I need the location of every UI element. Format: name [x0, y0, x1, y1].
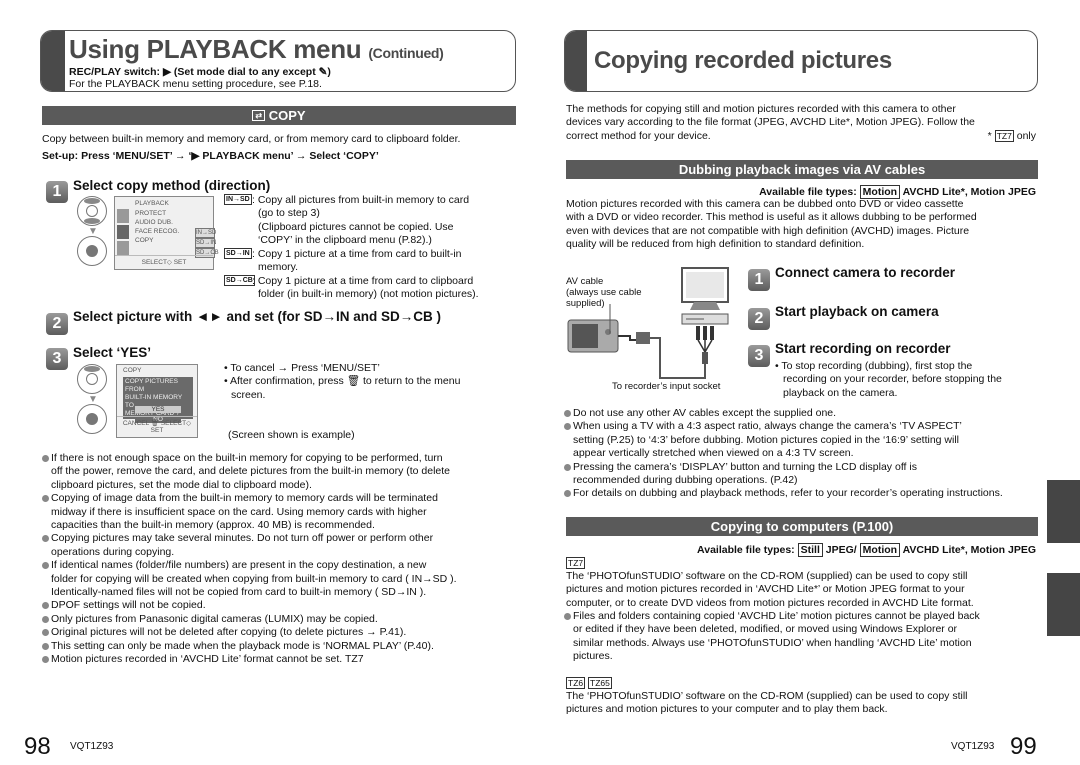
dub-step-2-title: Start playback on camera	[775, 304, 939, 319]
screen-row: FACE RECOG.	[135, 228, 180, 235]
note-item: When using a TV with a 4:3 aspect ratio,…	[564, 420, 1042, 460]
right-page: Copying recorded pictures The methods fo…	[564, 0, 1038, 765]
dub-step-1-badge: 1	[748, 269, 770, 291]
copy-icon: ⇄	[252, 110, 266, 121]
rec-play-switch-line: REC/PLAY switch: ▶ (Set mode dial to any…	[69, 66, 331, 78]
chapter-tab	[1047, 480, 1080, 543]
right-title-box: Copying recorded pictures	[564, 30, 1038, 92]
note-item: If there is not enough space on the buil…	[42, 452, 520, 492]
screen-tab	[117, 241, 129, 255]
connection-diagram	[567, 267, 729, 379]
left-notes-list: If there is not enough space on the buil…	[42, 452, 520, 667]
dpad-up-down-icon	[77, 196, 107, 226]
title-accent-bar	[565, 31, 587, 91]
note-item: For details on dubbing and playback meth…	[564, 487, 1042, 500]
dpad-set-icon	[77, 404, 107, 434]
left-page: Using PLAYBACK menu (Continued) REC/PLAY…	[24, 0, 516, 765]
tz7-badge: TZ7	[994, 130, 1014, 142]
tz6-badge: TZ6	[566, 677, 586, 689]
screen-header: PLAYBACK	[135, 200, 169, 207]
yes-option: YES	[135, 406, 181, 413]
note-item: If identical names (folder/file numbers)…	[42, 559, 520, 599]
note-item: Do not use any other AV cables except th…	[564, 407, 1042, 420]
dub-step-3-badge: 3	[748, 345, 770, 367]
recorder-icon	[681, 313, 729, 325]
page-title-text: Using PLAYBACK menu	[69, 34, 362, 64]
tz7-footnote: * TZ7 only	[987, 130, 1036, 142]
note-item: Copying pictures may take several minute…	[42, 532, 520, 559]
screen-option: SD→IN	[195, 238, 217, 248]
screen-row: AUDIO DUB.	[135, 219, 173, 226]
tz65-badge: TZ65	[588, 677, 612, 689]
note-item: Motion pictures recorded in ‘AVCHD Lite’…	[42, 653, 520, 666]
tz6-tz65-model-tags: TZ6 TZ65	[566, 677, 612, 690]
dub-step-3-title: Start recording on recorder	[775, 341, 951, 356]
note-item: Original pictures will not be deleted af…	[42, 626, 520, 639]
page-number: 99	[1010, 733, 1037, 760]
input-socket-label: To recorder’s input socket	[612, 381, 721, 392]
doc-code: VQT1Z93	[70, 741, 114, 752]
motion-badge: Motion	[859, 185, 901, 199]
screen-tab-playback	[117, 225, 129, 239]
camera-screen-copy-confirm: COPY COPY PICTURES FROM BUILT-IN MEMORY …	[116, 364, 198, 438]
screen-header: COPY	[123, 367, 142, 374]
step-3-notes: • To cancel → Press ‘MENU/SET’ • After c…	[224, 362, 461, 401]
step-2-title: Select picture with ◄► and set (for SD→I…	[73, 309, 442, 324]
note-item: Copying of image data from the built-in …	[42, 492, 520, 532]
screen-tab	[117, 209, 129, 223]
chapter-tab	[1047, 573, 1080, 636]
dpad-up-icon	[77, 364, 107, 394]
still-badge: Still	[797, 543, 823, 557]
title-accent-bar	[41, 31, 65, 91]
computers-file-types: Available file types: Still JPEG/ Motion…	[697, 543, 1036, 557]
step-2-badge: 2	[46, 313, 68, 335]
tz7-model-tag: TZ7	[566, 557, 586, 570]
step-3-badge: 3	[46, 348, 68, 370]
dub-step-2-badge: 2	[748, 308, 770, 330]
screen-row: PROTECT	[135, 210, 167, 217]
left-title-box: Using PLAYBACK menu (Continued) REC/PLAY…	[40, 30, 516, 92]
in-to-sd-icon: IN→SD	[224, 194, 252, 205]
note-item: DPOF settings will not be copied.	[42, 599, 520, 612]
note-item: Pressing the camera’s ‘DISPLAY’ button a…	[564, 461, 1042, 488]
screen-row-selected: COPY	[135, 237, 154, 244]
step-1-badge: 1	[46, 181, 68, 203]
section-copy-label: COPY	[268, 108, 306, 123]
section-dubbing-heading: Dubbing playback images via AV cables	[566, 160, 1038, 179]
computers-body: The ‘PHOTOfunSTUDIO’ software on the CD-…	[566, 570, 974, 609]
procedure-note: For the PLAYBACK menu setting procedure,…	[69, 78, 322, 90]
title-continued: (Continued)	[368, 45, 444, 61]
note-item: This setting can only be made when the p…	[42, 640, 520, 653]
screen-footer: SELECT◇ SET	[115, 255, 213, 266]
screen-example-caption: (Screen shown is example)	[228, 429, 355, 441]
doc-code: VQT1Z93	[951, 741, 995, 752]
step-3-title: Select ‘YES’	[73, 345, 152, 360]
page-title: Using PLAYBACK menu (Continued)	[69, 34, 509, 65]
dpad-set-icon	[77, 236, 107, 266]
dubbing-notes-list: Do not use any other AV cables except th…	[564, 407, 1042, 501]
computers-body-2: The ‘PHOTOfunSTUDIO’ software on the CD-…	[566, 690, 968, 716]
sd-to-clipboard-icon: SD→CB	[224, 275, 255, 286]
dub-step-1-title: Connect camera to recorder	[775, 265, 956, 280]
page-title: Copying recorded pictures	[594, 47, 892, 74]
camera-screen-playback-menu: PLAYBACK PROTECT AUDIO DUB. FACE RECOG. …	[114, 196, 219, 270]
computers-note: Files and folders containing copied ‘AVC…	[564, 610, 1042, 664]
dub-step-3-note: • To stop recording (dubbing), first sto…	[775, 360, 1002, 399]
rca-plugs-icon	[696, 326, 714, 364]
copy-intro: Copy between built-in memory and memory …	[42, 133, 461, 145]
section-copy-heading: ⇄ COPY	[42, 106, 516, 125]
screen-option: IN→SD	[195, 228, 217, 238]
tz7-badge: TZ7	[566, 557, 586, 569]
screen-footer: CANCEL 🗑 SELECT◇ SET	[117, 416, 197, 434]
right-intro: The methods for copying still and motion…	[566, 103, 975, 142]
motion-badge: Motion	[859, 543, 901, 557]
dubbing-body: Motion pictures recorded with this camer…	[566, 198, 977, 251]
section-computers-heading: Copying to computers (P.100)	[566, 517, 1038, 536]
copy-setup: Set-up: Press ‘MENU/SET’ → ‘▶ PLAYBACK m…	[42, 150, 379, 162]
tv-icon	[681, 267, 729, 310]
page-number: 98	[24, 733, 51, 760]
note-item: Only pictures from Panasonic digital cam…	[42, 613, 520, 626]
sd-to-in-icon: SD→IN	[224, 248, 252, 259]
step-1-title: Select copy method (direction)	[73, 178, 271, 193]
